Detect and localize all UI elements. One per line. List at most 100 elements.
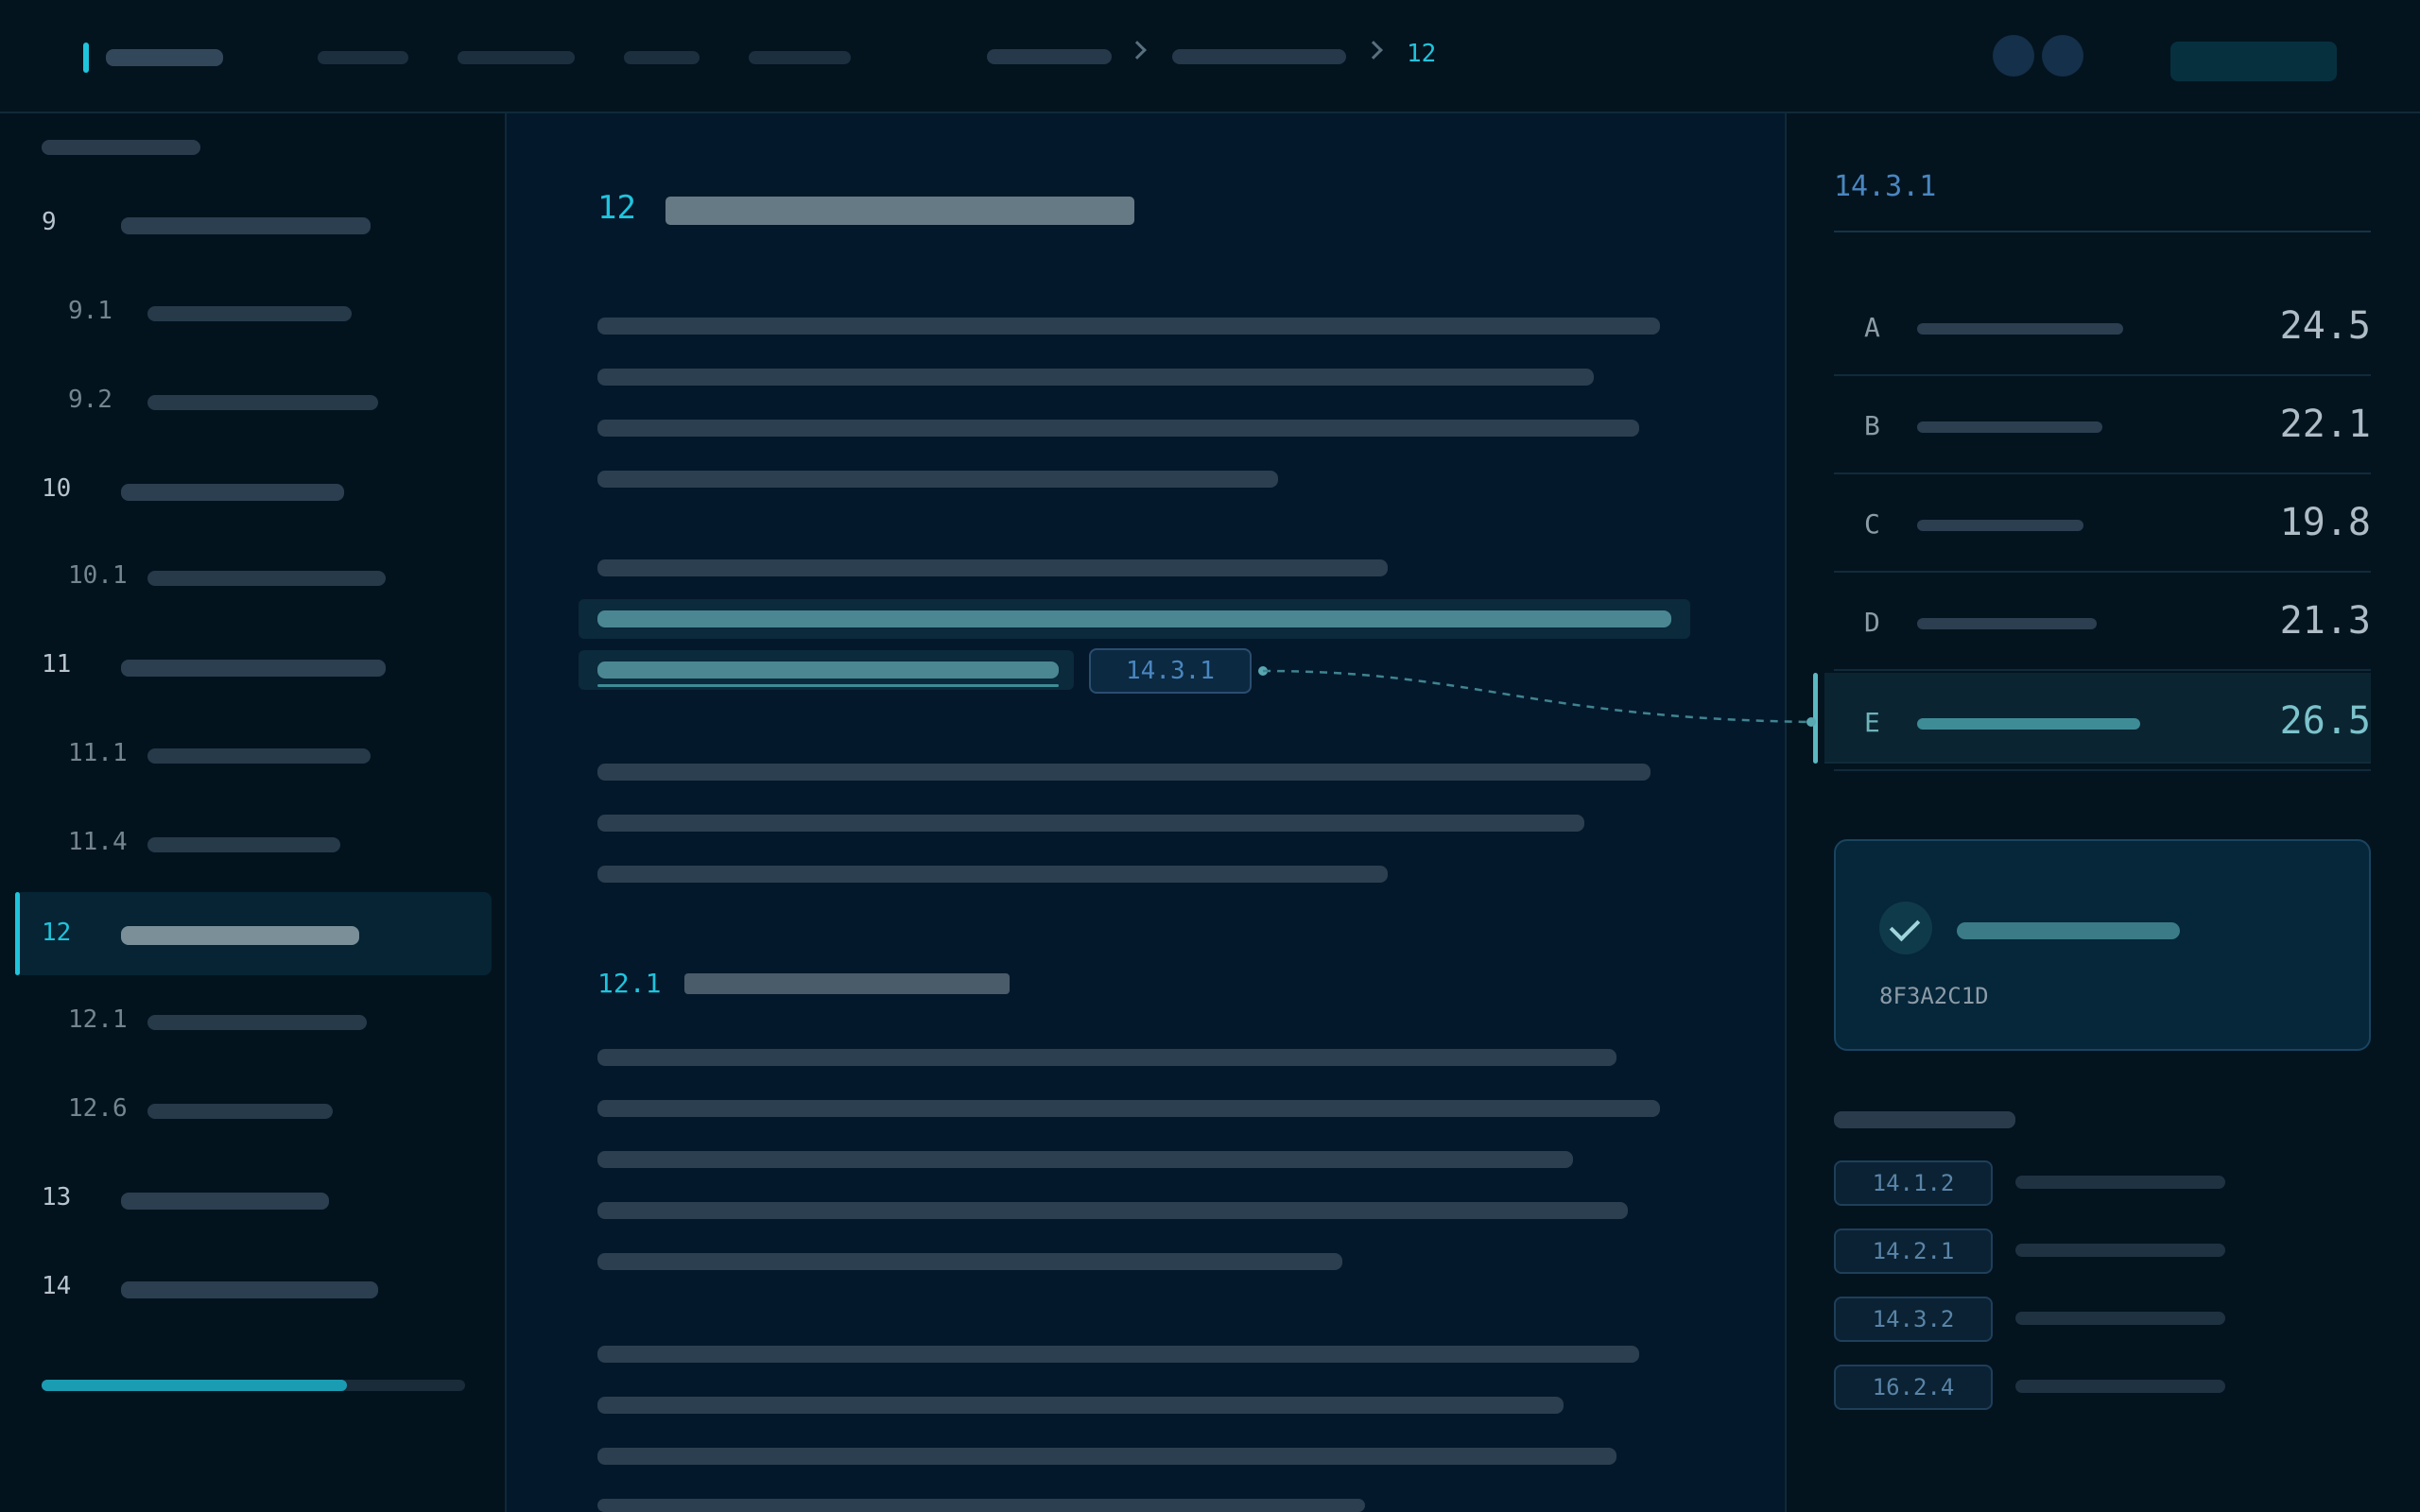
- toc-item[interactable]: 13: [15, 1157, 492, 1240]
- toc-item-number: 14: [42, 1272, 72, 1300]
- toc-item[interactable]: 11.1: [15, 713, 492, 796]
- reference-chip[interactable]: 14.3.1: [1089, 648, 1252, 694]
- toc-item-label: [121, 1281, 378, 1298]
- avatar[interactable]: [2042, 35, 2083, 77]
- verification-label: [1957, 922, 2180, 939]
- toc-item-label: [147, 1104, 333, 1119]
- related-heading: [1834, 1111, 2015, 1128]
- text-line: [597, 1202, 1628, 1219]
- check-icon: [1879, 902, 1932, 954]
- toc-item-number: 10: [42, 474, 72, 503]
- toc-item[interactable]: 11.4: [15, 801, 492, 885]
- toc-item-active[interactable]: 12: [15, 892, 492, 975]
- panel-title: 14.3.1: [1834, 170, 1937, 203]
- toc-item-number: 9.2: [68, 386, 112, 414]
- table-row[interactable]: B 22.1: [1834, 376, 2371, 474]
- document-body: 12 14.3.1 12.1: [509, 113, 1785, 1512]
- text-line: [597, 764, 1651, 781]
- table-row[interactable]: A 24.5: [1834, 278, 2371, 376]
- row-label: E: [1864, 707, 1880, 738]
- table-row[interactable]: D 21.3: [1834, 573, 2371, 671]
- text-line: [597, 559, 1388, 576]
- text-line: [597, 318, 1660, 335]
- highlighted-text-line: [597, 662, 1059, 679]
- row-value: 21.3: [2279, 599, 2371, 643]
- app-title-placeholder[interactable]: [106, 49, 223, 66]
- row-value: 19.8: [2279, 501, 2371, 544]
- toc-item-number: 9.1: [68, 297, 112, 325]
- toc-item[interactable]: 11: [15, 624, 492, 707]
- text-line: [597, 1499, 1365, 1512]
- toc-item-number: 13: [42, 1183, 72, 1211]
- row-description: [1917, 618, 2097, 629]
- row-label: B: [1864, 410, 1880, 441]
- toc-item[interactable]: 14: [15, 1246, 492, 1329]
- nav-item-2[interactable]: [458, 51, 575, 64]
- text-line: [597, 1397, 1564, 1414]
- toc-item-label: [147, 395, 378, 410]
- avatar[interactable]: [1993, 35, 2034, 77]
- toc-item[interactable]: 10: [15, 448, 492, 531]
- related-reference-chip[interactable]: 14.3.2: [1834, 1297, 1993, 1342]
- toc-item-label: [147, 1015, 367, 1030]
- text-line: [597, 471, 1278, 488]
- divider: [1834, 231, 2371, 232]
- reading-progress-fill: [42, 1380, 347, 1391]
- toc-item-label: [121, 926, 359, 945]
- primary-action-button[interactable]: [2170, 42, 2337, 81]
- toc-heading: [42, 140, 200, 155]
- row-label: A: [1864, 312, 1880, 343]
- subsection-title: [684, 973, 1010, 994]
- table-row[interactable]: C 19.8: [1834, 474, 2371, 573]
- breadcrumb-item-2[interactable]: [1172, 49, 1346, 64]
- related-reference-chip[interactable]: 16.2.4: [1834, 1365, 1993, 1410]
- toc-item-label: [147, 571, 386, 586]
- nav-item-3[interactable]: [624, 51, 700, 64]
- row-label: C: [1864, 508, 1880, 540]
- text-line: [597, 815, 1584, 832]
- toc-item-number: 10.1: [68, 561, 128, 590]
- row-value: 24.5: [2279, 304, 2371, 348]
- nav-item-4[interactable]: [749, 51, 851, 64]
- row-description: [1917, 323, 2123, 335]
- row-label: D: [1864, 607, 1880, 638]
- toc-item-number: 11: [42, 650, 72, 679]
- text-line: [597, 1049, 1616, 1066]
- reference-panel: 14.3.1 A 24.5 B 22.1 C 19.8 D 21.3 E 26.…: [1785, 113, 2420, 1512]
- logo-mark: [83, 43, 89, 73]
- toc-item-label: [147, 748, 371, 764]
- toc-item[interactable]: 10.1: [15, 535, 492, 618]
- related-description: [2015, 1176, 2225, 1189]
- section-number: 12: [597, 189, 636, 227]
- toc-item[interactable]: 12.6: [15, 1068, 492, 1151]
- toc-item-label: [147, 306, 352, 321]
- toc-item-number: 12.1: [68, 1005, 128, 1034]
- table-row-active[interactable]: E 26.5: [1813, 673, 2371, 764]
- toc-item[interactable]: 9: [15, 181, 492, 265]
- text-line: [597, 1253, 1342, 1270]
- breadcrumb-current: 12: [1407, 40, 1437, 68]
- text-line: [597, 1151, 1573, 1168]
- toc-item[interactable]: 12.1: [15, 979, 492, 1062]
- divider: [1834, 769, 2371, 771]
- toc-item-label: [147, 837, 340, 852]
- toc-item[interactable]: 9.2: [15, 359, 492, 442]
- row-description: [1917, 718, 2140, 730]
- related-reference-chip[interactable]: 14.2.1: [1834, 1228, 1993, 1274]
- toc-item-number: 11.4: [68, 828, 128, 856]
- toc-item-number: 12: [42, 919, 72, 947]
- underline: [597, 684, 1059, 687]
- text-line: [597, 1100, 1660, 1117]
- related-description: [2015, 1312, 2225, 1325]
- row-value: 22.1: [2279, 403, 2371, 446]
- related-description: [2015, 1380, 2225, 1393]
- text-line: [597, 1346, 1639, 1363]
- related-reference-chip[interactable]: 14.1.2: [1834, 1160, 1993, 1206]
- text-line: [597, 866, 1388, 883]
- breadcrumb-item-1[interactable]: [987, 49, 1112, 64]
- toc-item[interactable]: 9.1: [15, 270, 492, 353]
- row-description: [1917, 520, 2083, 531]
- nav-item-1[interactable]: [318, 51, 408, 64]
- related-description: [2015, 1244, 2225, 1257]
- chevron-right-icon: [1128, 41, 1147, 60]
